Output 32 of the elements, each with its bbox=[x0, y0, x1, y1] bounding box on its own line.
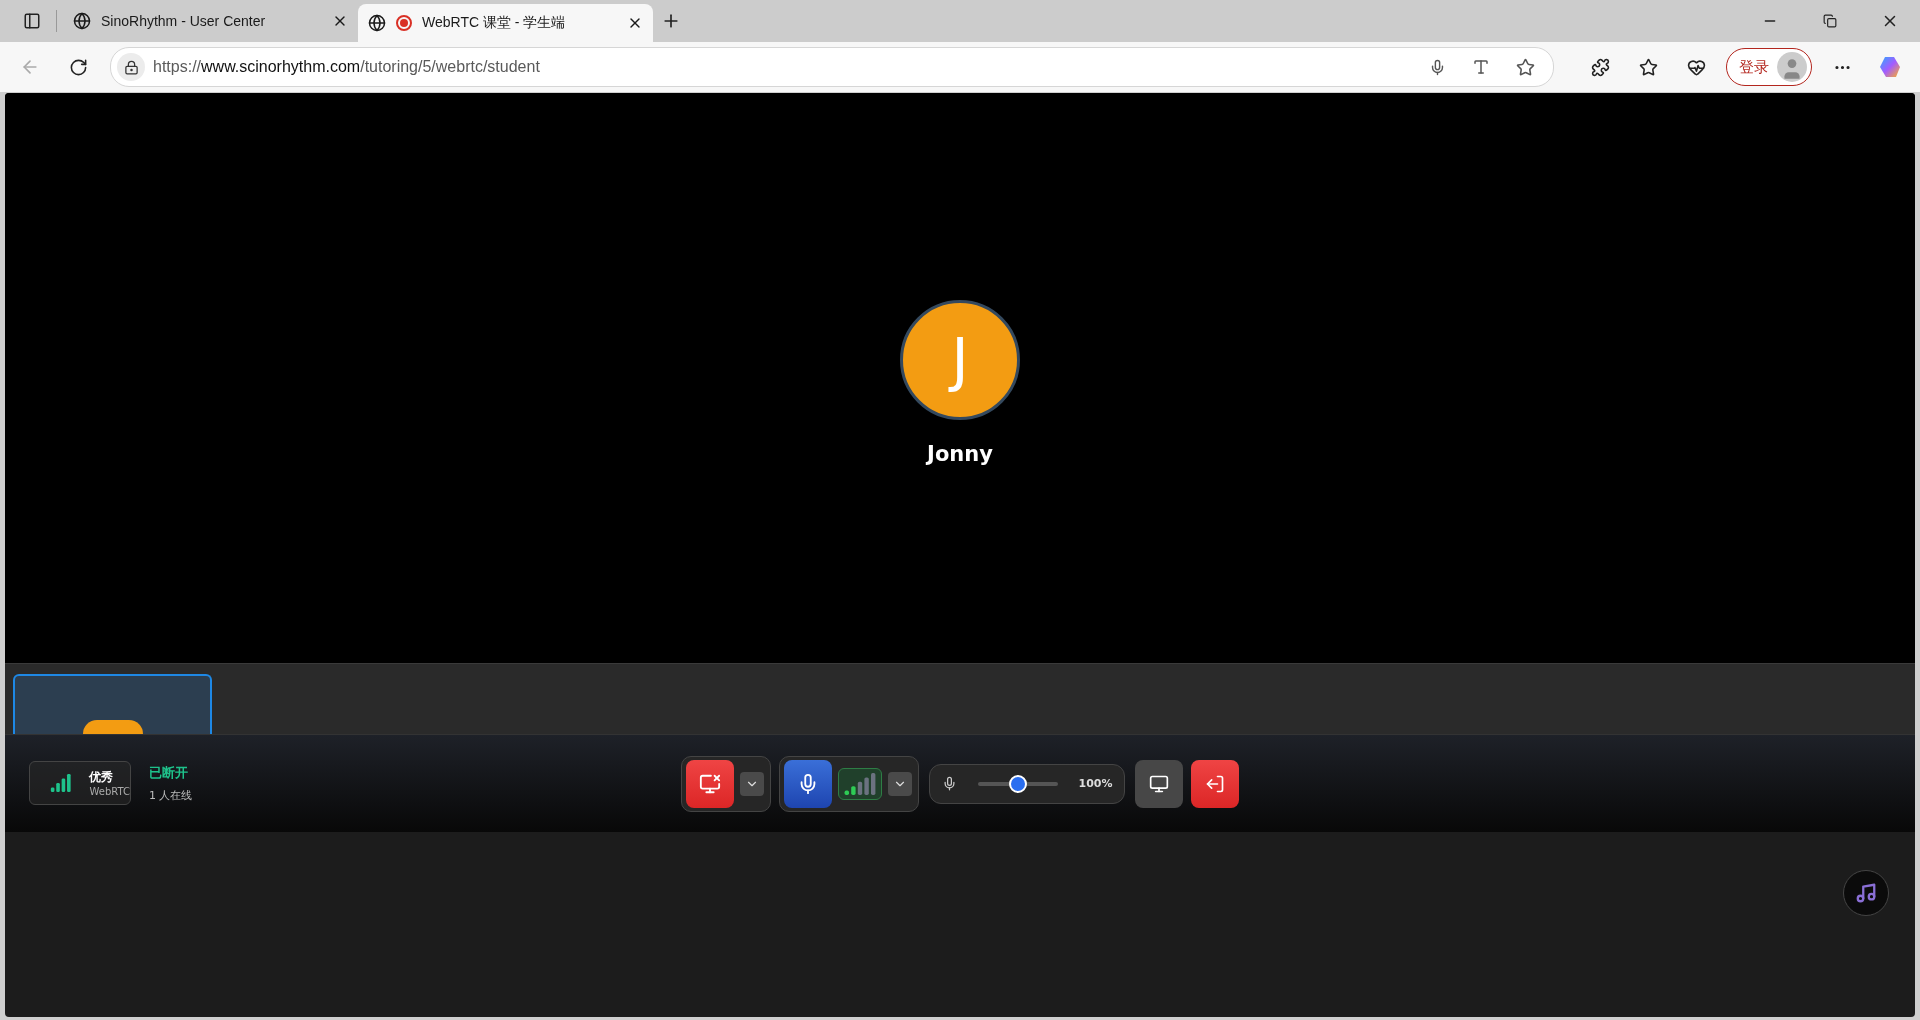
dropdown-button[interactable] bbox=[739, 771, 764, 796]
screen-button[interactable] bbox=[1135, 759, 1184, 808]
video-thumbnail[interactable] bbox=[13, 674, 212, 734]
url-text: https://www.scinorhythm.com/tutoring/5/webrtc/student bbox=[153, 58, 541, 76]
user-avatar: J bbox=[900, 300, 1020, 420]
browser-tab[interactable]: WebRTC 课堂 - 学生端 bbox=[358, 4, 653, 42]
monitor-icon bbox=[1149, 773, 1170, 794]
music-button[interactable] bbox=[1843, 870, 1889, 916]
leave-button[interactable] bbox=[1191, 759, 1240, 808]
microphone-button[interactable] bbox=[783, 759, 832, 808]
exit-icon bbox=[1205, 773, 1226, 794]
quality-label: 优秀 bbox=[89, 769, 115, 786]
music-note-icon bbox=[1855, 882, 1877, 904]
camera-off-icon bbox=[698, 772, 721, 795]
globe-icon bbox=[368, 14, 386, 32]
dropdown-button[interactable] bbox=[887, 771, 912, 796]
lock-icon[interactable] bbox=[117, 53, 145, 81]
browser-tab[interactable]: SinoRhythm - User Center bbox=[63, 4, 358, 38]
tab-title: SinoRhythm - User Center bbox=[101, 13, 267, 29]
address-bar[interactable]: https://www.scinorhythm.com/tutoring/5/webrtc/student bbox=[110, 47, 1554, 87]
avatar-icon bbox=[1777, 52, 1807, 82]
globe-icon bbox=[73, 12, 91, 30]
volume-reading: 100% bbox=[1078, 777, 1113, 790]
connection-status: 已断开 bbox=[149, 763, 189, 782]
protocol-label: WebRTC bbox=[89, 786, 130, 797]
online-count: 1 人在线 bbox=[149, 787, 193, 803]
camera-button[interactable] bbox=[685, 759, 734, 808]
microphone-icon bbox=[941, 776, 957, 791]
user-name: Jonny bbox=[927, 442, 993, 466]
login-button[interactable]: 登录 bbox=[1726, 48, 1812, 86]
tab-title: WebRTC 课堂 - 学生端 bbox=[422, 14, 567, 32]
slider-thumb[interactable] bbox=[1008, 774, 1027, 793]
